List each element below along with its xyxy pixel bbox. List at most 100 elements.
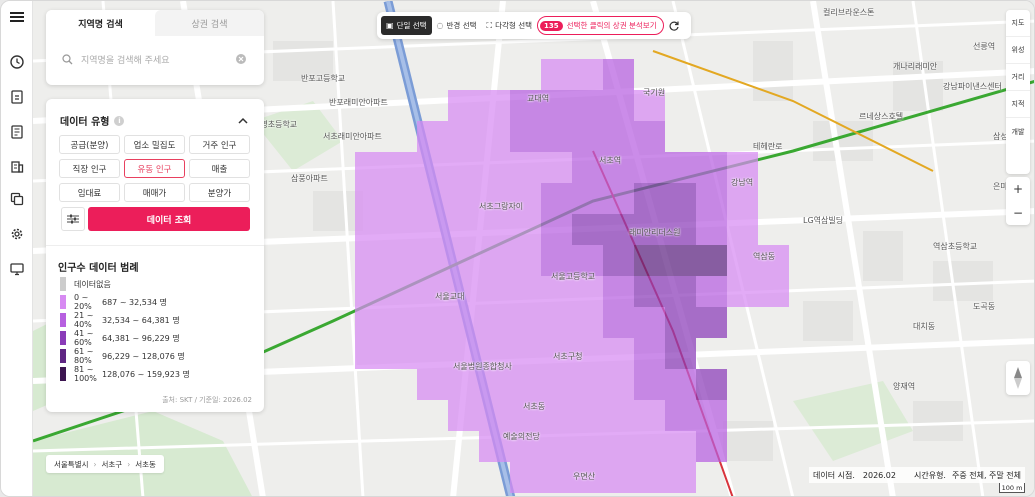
grid-cell[interactable] (634, 400, 665, 431)
grid-cell[interactable] (572, 121, 603, 152)
grid-cell[interactable] (386, 183, 417, 214)
grid-cell[interactable] (479, 400, 510, 431)
grid-cell[interactable] (417, 183, 448, 214)
grid-cell[interactable] (510, 152, 541, 183)
grid-cell[interactable] (665, 245, 696, 276)
grid-cell[interactable] (603, 59, 634, 90)
grid-cell[interactable] (417, 214, 448, 245)
grid-cell[interactable] (386, 276, 417, 307)
grid-cell[interactable] (634, 276, 665, 307)
grid-cell[interactable] (479, 369, 510, 400)
search-input[interactable]: 지역명을 검색해 주세요 (54, 44, 256, 74)
grid-cell[interactable] (541, 214, 572, 245)
grid-cell[interactable] (665, 152, 696, 183)
filter-button[interactable] (61, 207, 85, 231)
grid-cell[interactable] (479, 121, 510, 152)
grid-cell[interactable] (386, 338, 417, 369)
grid-cell[interactable] (634, 307, 665, 338)
grid-cell[interactable] (634, 462, 665, 493)
grid-cell[interactable] (355, 338, 386, 369)
grid-cell[interactable] (696, 245, 727, 276)
grid-cell[interactable] (665, 338, 696, 369)
grid-cell[interactable] (541, 462, 572, 493)
report-icon[interactable] (7, 87, 27, 107)
tab-commercial-search[interactable]: 상권 검색 (155, 10, 264, 36)
grid-cell[interactable] (448, 121, 479, 152)
breadcrumb-neighborhood[interactable]: 서초동 (135, 459, 156, 470)
grid-cell[interactable] (665, 400, 696, 431)
grid-cell[interactable] (572, 307, 603, 338)
grid-cell[interactable] (541, 307, 572, 338)
grid-cell[interactable] (355, 307, 386, 338)
map-type-development[interactable]: 개발 (1006, 118, 1030, 145)
settings-icon[interactable] (7, 224, 27, 244)
grid-cell[interactable] (355, 214, 386, 245)
grid-cell[interactable] (696, 214, 727, 245)
grid-cell[interactable] (417, 338, 448, 369)
grid-cell[interactable] (634, 152, 665, 183)
single-select-button[interactable]: ▣ 단일 선택 (381, 16, 432, 35)
grid-cell[interactable] (603, 338, 634, 369)
grid-cell[interactable] (572, 59, 603, 90)
grid-cell[interactable] (510, 307, 541, 338)
grid-cell[interactable] (355, 245, 386, 276)
grid-cell[interactable] (448, 400, 479, 431)
grid-cell[interactable] (510, 338, 541, 369)
grid-cell[interactable] (417, 369, 448, 400)
grid-cell[interactable] (696, 369, 727, 400)
grid-cell[interactable] (572, 214, 603, 245)
grid-cell[interactable] (479, 152, 510, 183)
grid-cell[interactable] (603, 276, 634, 307)
grid-cell[interactable] (479, 214, 510, 245)
grid-cell[interactable] (603, 369, 634, 400)
grid-cell[interactable] (541, 183, 572, 214)
map-type-map[interactable]: 지도 (1006, 10, 1030, 37)
grid-cell[interactable] (479, 90, 510, 121)
map-type-satellite[interactable]: 위성 (1006, 37, 1030, 64)
map-type-street[interactable]: 거리 (1006, 64, 1030, 91)
breadcrumb-district[interactable]: 서초구 (102, 459, 123, 470)
zoom-out-button[interactable]: − (1006, 201, 1030, 225)
grid-cell[interactable] (510, 276, 541, 307)
grid-cell[interactable] (603, 121, 634, 152)
clear-icon[interactable] (236, 54, 246, 64)
grid-cell[interactable] (634, 121, 665, 152)
grid-cell[interactable] (603, 307, 634, 338)
grid-cell[interactable] (696, 183, 727, 214)
option-worker-pop[interactable]: 직장 인구 (59, 159, 120, 178)
option-sale-price[interactable]: 매매가 (124, 183, 185, 202)
grid-cell[interactable] (665, 307, 696, 338)
menu-icon[interactable] (7, 7, 27, 27)
analyze-selection-button[interactable]: 135 선택한 클릭의 상권 분석보기 (537, 16, 664, 35)
query-data-button[interactable]: 데이터 조회 (88, 207, 250, 231)
grid-cell[interactable] (634, 369, 665, 400)
grid-cell[interactable] (572, 400, 603, 431)
grid-cell[interactable] (603, 400, 634, 431)
grid-cell[interactable] (510, 214, 541, 245)
grid-cell[interactable] (541, 369, 572, 400)
option-presale-price[interactable]: 분양가 (189, 183, 250, 202)
grid-cell[interactable] (665, 369, 696, 400)
grid-cell[interactable] (510, 121, 541, 152)
grid-cell[interactable] (386, 307, 417, 338)
grid-cell[interactable] (448, 183, 479, 214)
grid-cell[interactable] (386, 152, 417, 183)
option-supply[interactable]: 공급(분양) (59, 135, 120, 154)
grid-cell[interactable] (665, 183, 696, 214)
grid-cell[interactable] (696, 431, 727, 462)
grid-cell[interactable] (417, 121, 448, 152)
grid-cell[interactable] (603, 90, 634, 121)
grid-cell[interactable] (727, 276, 758, 307)
grid-cell[interactable] (448, 90, 479, 121)
grid-cell[interactable] (386, 214, 417, 245)
grid-cell[interactable] (665, 462, 696, 493)
grid-cell[interactable] (572, 369, 603, 400)
grid-cell[interactable] (541, 152, 572, 183)
grid-cell[interactable] (634, 183, 665, 214)
grid-cell[interactable] (479, 245, 510, 276)
grid-cell[interactable] (448, 152, 479, 183)
grid-cell[interactable] (696, 276, 727, 307)
grid-cell[interactable] (448, 214, 479, 245)
grid-cell[interactable] (417, 307, 448, 338)
grid-cell[interactable] (510, 462, 541, 493)
